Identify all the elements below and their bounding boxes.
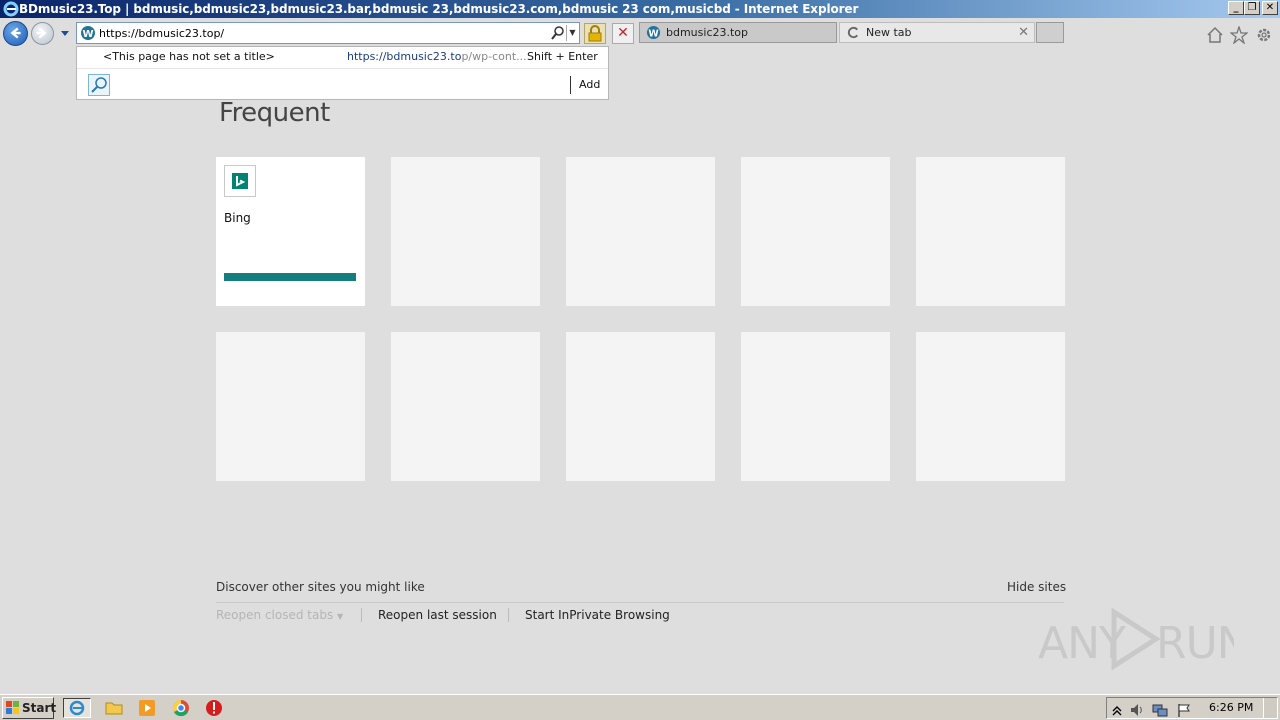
suggestion-shortcut: Shift + Enter	[527, 50, 598, 63]
tab-bdmusic23[interactable]: W bdmusic23.top	[639, 22, 837, 43]
forward-button[interactable]	[31, 22, 54, 45]
suggestion-title: <This page has not set a title>	[103, 50, 275, 63]
chrome-icon[interactable]	[170, 698, 192, 718]
bing-logo-mark	[232, 173, 248, 189]
tile-label: Bing	[224, 211, 251, 225]
media-player-icon[interactable]	[136, 698, 158, 718]
frequent-tile-empty[interactable]	[566, 332, 715, 481]
frequent-tile-empty[interactable]	[216, 332, 365, 481]
address-autocomplete-dropdown: <This page has not set a title> https://…	[76, 46, 609, 100]
bing-b-icon	[236, 176, 246, 187]
tab-label: New tab	[866, 26, 912, 39]
wordpress-icon: W	[81, 26, 95, 40]
start-button[interactable]: Start	[2, 697, 57, 719]
security-lock-button[interactable]	[584, 23, 606, 44]
suggestion-url-main: https://bdmusic23.to	[347, 50, 462, 63]
windows-logo-icon	[6, 701, 19, 714]
start-label: Start	[22, 701, 57, 715]
folder-icon[interactable]	[103, 698, 125, 718]
lock-icon	[588, 25, 602, 42]
navigation-bar: W ▼ ✕ W bdmusic23.top New tab ✕	[0, 18, 1280, 48]
suggestion-url-rest: p/wp-cont...	[461, 50, 527, 63]
history-dropdown-icon[interactable]	[60, 30, 70, 38]
wordpress-icon: W	[646, 25, 661, 39]
svg-text:W: W	[82, 29, 93, 40]
reopen-closed-tabs-label: Reopen closed tabs	[216, 608, 334, 622]
frequent-tile-empty[interactable]	[916, 332, 1065, 481]
clock[interactable]: 6:26 PM	[1209, 701, 1253, 714]
search-icon	[91, 77, 107, 93]
close-icon: ✕	[617, 25, 629, 41]
search-provider-button[interactable]	[88, 74, 110, 96]
taskbar: Start 6:26 PM	[0, 694, 1280, 720]
frequent-tile-empty[interactable]	[741, 157, 890, 306]
address-input[interactable]	[99, 25, 539, 41]
frequent-tile-empty[interactable]	[391, 157, 540, 306]
tab-close-icon[interactable]: ✕	[1018, 23, 1029, 42]
divider	[570, 76, 571, 94]
frequent-heading: Frequent	[219, 98, 330, 128]
tile-accent-bar	[224, 273, 356, 281]
internet-explorer-icon	[69, 700, 85, 716]
gear-icon[interactable]	[1255, 26, 1273, 44]
arrow-right-icon	[36, 27, 47, 39]
suggestion-url: https://bdmusic23.top/wp-cont...	[347, 47, 527, 67]
new-tab-button[interactable]	[1036, 22, 1064, 43]
chevron-up-icon[interactable]	[1109, 702, 1125, 718]
taskbar-internet-explorer[interactable]	[63, 698, 91, 718]
favorites-star-icon[interactable]	[1230, 26, 1248, 44]
anyrun-watermark-logo: ANY RUN	[1038, 607, 1234, 671]
frequent-tile-empty[interactable]	[741, 332, 890, 481]
bing-logo-icon	[224, 165, 256, 197]
internet-explorer-icon	[3, 1, 19, 17]
show-desktop-button[interactable]	[1263, 698, 1277, 718]
loading-icon	[847, 26, 858, 39]
arrow-left-icon	[10, 27, 21, 39]
home-icon[interactable]	[1206, 26, 1224, 44]
stop-button[interactable]: ✕	[612, 23, 634, 44]
hide-sites-link[interactable]: Hide sites	[1007, 580, 1066, 594]
reopen-last-session-link[interactable]: Reopen last session	[378, 608, 497, 622]
title-bar: BDmusic23.Top | bdmusic,bdmusic23,bdmusi…	[0, 0, 1280, 18]
close-button[interactable]: ✕	[1262, 1, 1278, 15]
back-button[interactable]	[3, 21, 28, 46]
svg-text:RUN: RUN	[1156, 618, 1234, 669]
minimize-button[interactable]: _	[1228, 1, 1244, 15]
frequent-tile-empty[interactable]	[566, 157, 715, 306]
reopen-closed-tabs-link[interactable]: Reopen closed tabs ▼	[216, 608, 343, 622]
window-title: BDmusic23.Top | bdmusic,bdmusic23,bdmusi…	[19, 2, 859, 16]
antivirus-icon[interactable]	[203, 698, 225, 718]
divider	[216, 602, 1064, 603]
frequent-tile-bing[interactable]: Bing	[216, 157, 365, 306]
frequent-tile-empty[interactable]	[391, 332, 540, 481]
divider	[508, 608, 509, 622]
tab-new-tab[interactable]: New tab ✕	[839, 22, 1035, 43]
svg-text:W: W	[648, 28, 659, 39]
network-icon[interactable]	[1152, 702, 1168, 718]
start-inprivate-link[interactable]: Start InPrivate Browsing	[525, 608, 670, 622]
action-center-flag-icon[interactable]	[1176, 702, 1192, 718]
chevron-down-icon: ▼	[337, 612, 344, 621]
search-icon[interactable]	[550, 25, 566, 41]
address-dropdown-button[interactable]: ▼	[566, 25, 578, 41]
volume-icon[interactable]	[1129, 702, 1145, 718]
divider	[361, 608, 362, 622]
autocomplete-suggestion[interactable]: <This page has not set a title> https://…	[77, 47, 608, 69]
add-search-provider-link[interactable]: Add	[579, 78, 600, 91]
tab-label: bdmusic23.top	[666, 26, 749, 39]
frequent-tile-empty[interactable]	[916, 157, 1065, 306]
restore-button[interactable]: ❐	[1244, 1, 1260, 15]
address-bar[interactable]: W ▼	[76, 22, 580, 44]
discover-sites-text: Discover other sites you might like	[216, 580, 425, 594]
